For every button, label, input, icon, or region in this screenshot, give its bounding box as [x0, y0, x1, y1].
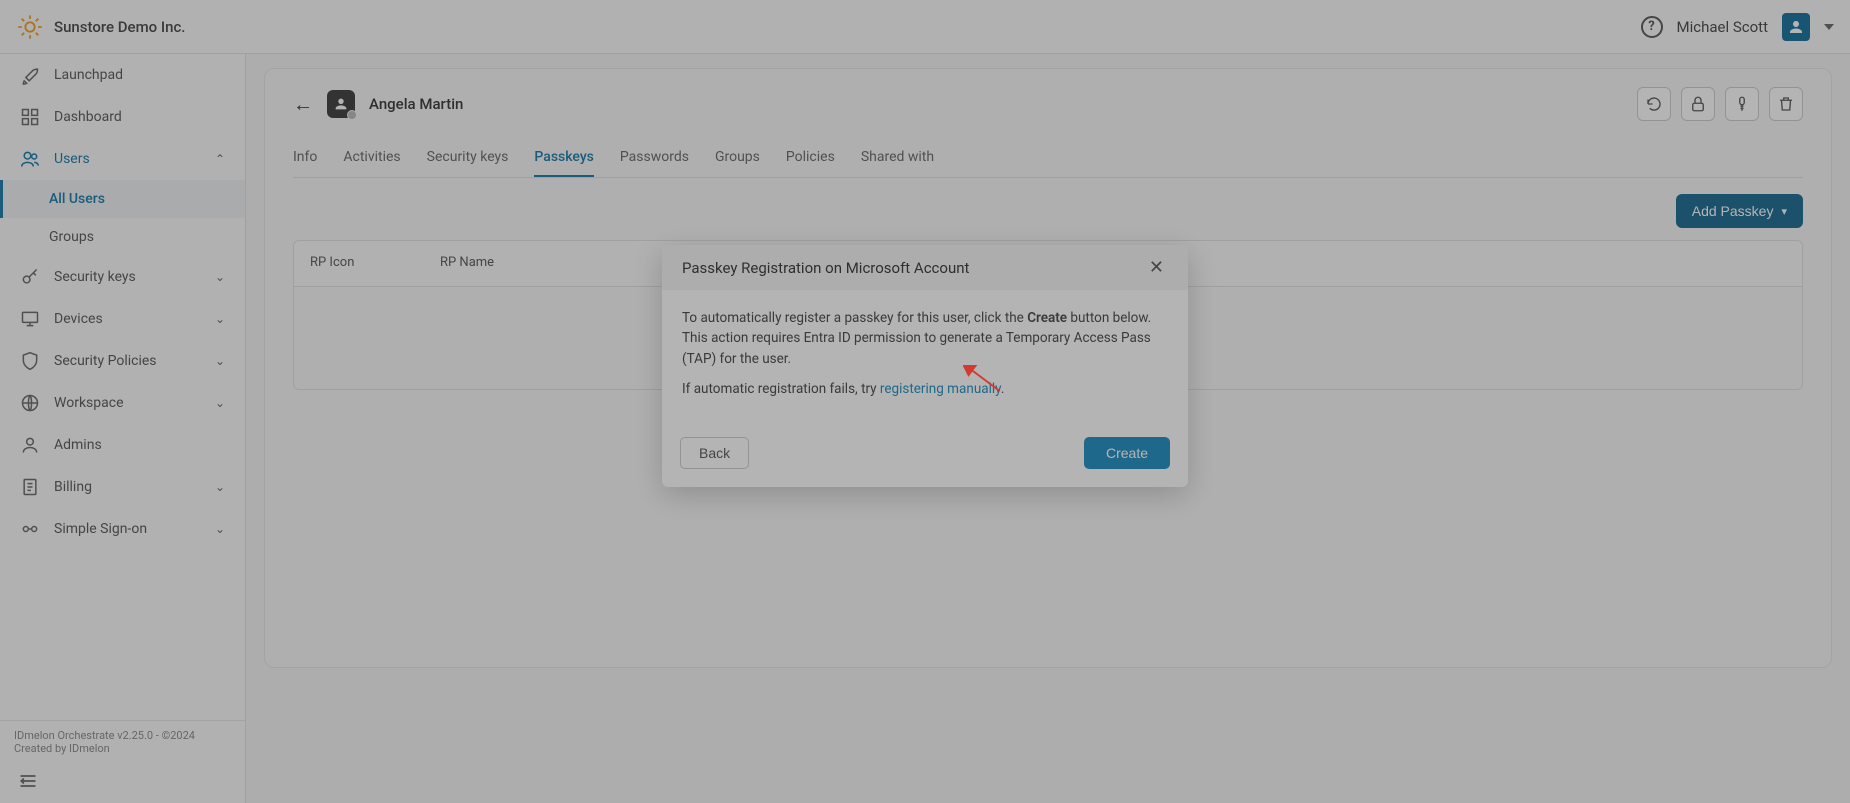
- modal-overlay[interactable]: [0, 0, 1850, 803]
